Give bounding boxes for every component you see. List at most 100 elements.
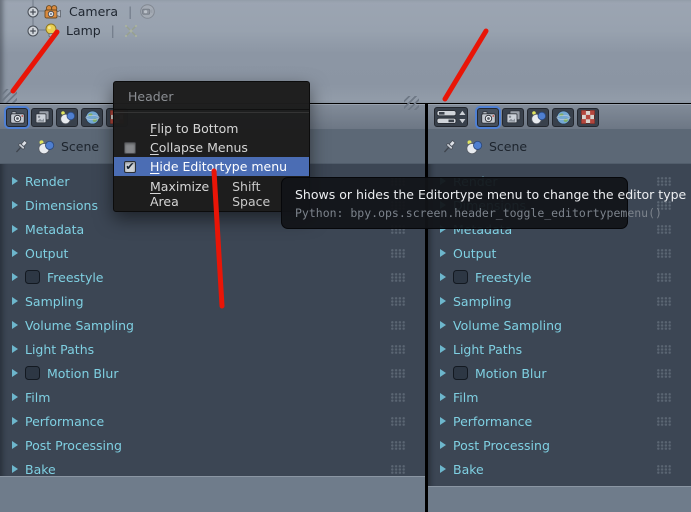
panel-section[interactable]: Volume Sampling: [428, 313, 691, 337]
panel-drag-dots[interactable]: [657, 297, 672, 306]
menu-checkbox[interactable]: ✔: [124, 142, 136, 154]
panel-drag-dots[interactable]: [391, 273, 406, 282]
expand-triangle-icon[interactable]: [440, 393, 446, 401]
expand-plus-icon[interactable]: [27, 25, 39, 37]
tab-texture[interactable]: [577, 108, 599, 127]
panel-drag-dots[interactable]: [391, 441, 406, 450]
outliner-item-label[interactable]: Camera: [66, 4, 121, 19]
panel-section[interactable]: Motion Blur: [428, 361, 691, 385]
pin-icon[interactable]: [12, 138, 30, 156]
panel-section[interactable]: Film: [0, 385, 425, 409]
panel-section[interactable]: Performance: [0, 409, 425, 433]
section-checkbox[interactable]: [453, 270, 468, 284]
panel-drag-dots[interactable]: [657, 225, 672, 234]
panel-section[interactable]: Motion Blur: [0, 361, 425, 385]
expand-triangle-icon[interactable]: [440, 417, 446, 425]
panel-drag-dots[interactable]: [657, 465, 672, 474]
menu-checkbox[interactable]: ✔: [124, 161, 136, 173]
expand-triangle-icon[interactable]: [440, 321, 446, 329]
panel-drag-dots[interactable]: [657, 249, 672, 258]
tab-scene[interactable]: [527, 108, 549, 127]
panel-section[interactable]: Performance: [428, 409, 691, 433]
panel-drag-dots[interactable]: [657, 321, 672, 330]
panel-section[interactable]: Film: [428, 385, 691, 409]
tab-render-layers[interactable]: [31, 108, 53, 127]
expand-triangle-icon[interactable]: [12, 177, 18, 185]
panel-section[interactable]: Post Processing: [0, 433, 425, 457]
panel-drag-dots[interactable]: [391, 249, 406, 258]
tab-render[interactable]: [477, 108, 499, 127]
panel-drag-dots[interactable]: [657, 417, 672, 426]
outliner-item-lamp[interactable]: Lamp |: [0, 21, 156, 40]
panel-section[interactable]: Sampling: [428, 289, 691, 313]
expand-triangle-icon[interactable]: [440, 441, 446, 449]
area-corner-widget[interactable]: [2, 89, 17, 103]
tab-render[interactable]: [6, 108, 28, 127]
menu-item[interactable]: ✔ Hide Editortype menu: [114, 157, 309, 176]
tab-render-layers[interactable]: [502, 108, 524, 127]
panel-section[interactable]: Volume Sampling: [0, 313, 425, 337]
editor-type-dropdown[interactable]: [434, 107, 468, 127]
expand-triangle-icon[interactable]: [440, 345, 446, 353]
expand-triangle-icon[interactable]: [12, 201, 18, 209]
expand-triangle-icon[interactable]: [12, 417, 18, 425]
expand-triangle-icon[interactable]: [12, 345, 18, 353]
panel-drag-dots[interactable]: [657, 345, 672, 354]
panel-section[interactable]: Light Paths: [0, 337, 425, 361]
section-label: Metadata: [25, 222, 84, 237]
breadcrumb-label[interactable]: Scene: [61, 139, 99, 154]
panel-section[interactable]: Light Paths: [428, 337, 691, 361]
expand-triangle-icon[interactable]: [440, 465, 446, 473]
panel-drag-dots[interactable]: [391, 321, 406, 330]
breadcrumb-label[interactable]: Scene: [489, 139, 527, 154]
expand-triangle-icon[interactable]: [12, 249, 18, 257]
panel-drag-dots[interactable]: [657, 393, 672, 402]
expand-triangle-icon[interactable]: [440, 249, 446, 257]
expand-triangle-icon[interactable]: [12, 393, 18, 401]
panel-drag-dots[interactable]: [391, 465, 406, 474]
panel-drag-dots[interactable]: [657, 177, 672, 186]
panel-section[interactable]: Freestyle: [0, 265, 425, 289]
expand-triangle-icon[interactable]: [440, 297, 446, 305]
area-corner-widget[interactable]: [404, 96, 419, 110]
panel-drag-dots[interactable]: [391, 345, 406, 354]
section-checkbox[interactable]: [25, 366, 40, 380]
menu-item[interactable]: Flip to Bottom: [114, 119, 309, 138]
expand-plus-icon[interactable]: [27, 6, 39, 18]
menu-item[interactable]: Maximize Area Shift Space: [114, 184, 309, 203]
panel-section[interactable]: Post Processing: [428, 433, 691, 457]
panel-section[interactable]: Output: [0, 241, 425, 265]
panel-drag-dots[interactable]: [657, 369, 672, 378]
expand-triangle-icon[interactable]: [12, 321, 18, 329]
panel-section[interactable]: Bake: [428, 457, 691, 481]
expand-triangle-icon[interactable]: [12, 369, 18, 377]
panel-section[interactable]: Output: [428, 241, 691, 265]
panel-drag-dots[interactable]: [391, 393, 406, 402]
panel-section[interactable]: Freestyle: [428, 265, 691, 289]
panel-drag-dots[interactable]: [391, 369, 406, 378]
section-checkbox[interactable]: [25, 270, 40, 284]
panel-section[interactable]: Sampling: [0, 289, 425, 313]
expand-triangle-icon[interactable]: [12, 273, 18, 281]
panel-drag-dots[interactable]: [391, 417, 406, 426]
panel-drag-dots[interactable]: [391, 297, 406, 306]
lamp-data-icon[interactable]: [122, 23, 140, 39]
expand-triangle-icon[interactable]: [440, 273, 446, 281]
expand-triangle-icon[interactable]: [12, 297, 18, 305]
expand-triangle-icon[interactable]: [12, 465, 18, 473]
menu-item-label: Maximize Area: [150, 179, 232, 209]
camera-data-icon[interactable]: [139, 4, 156, 19]
menu-item[interactable]: ✔ Collapse Menus: [114, 138, 309, 157]
expand-triangle-icon[interactable]: [12, 441, 18, 449]
panel-drag-dots[interactable]: [657, 273, 672, 282]
tab-world[interactable]: [81, 108, 103, 127]
expand-triangle-icon[interactable]: [12, 225, 18, 233]
section-checkbox[interactable]: [453, 366, 468, 380]
tab-scene[interactable]: [56, 108, 78, 127]
outliner-item-label[interactable]: Lamp: [63, 23, 104, 38]
outliner-item-camera[interactable]: Camera |: [0, 2, 156, 21]
pin-icon[interactable]: [440, 138, 458, 156]
panel-drag-dots[interactable]: [657, 441, 672, 450]
expand-triangle-icon[interactable]: [440, 369, 446, 377]
tab-world[interactable]: [552, 108, 574, 127]
